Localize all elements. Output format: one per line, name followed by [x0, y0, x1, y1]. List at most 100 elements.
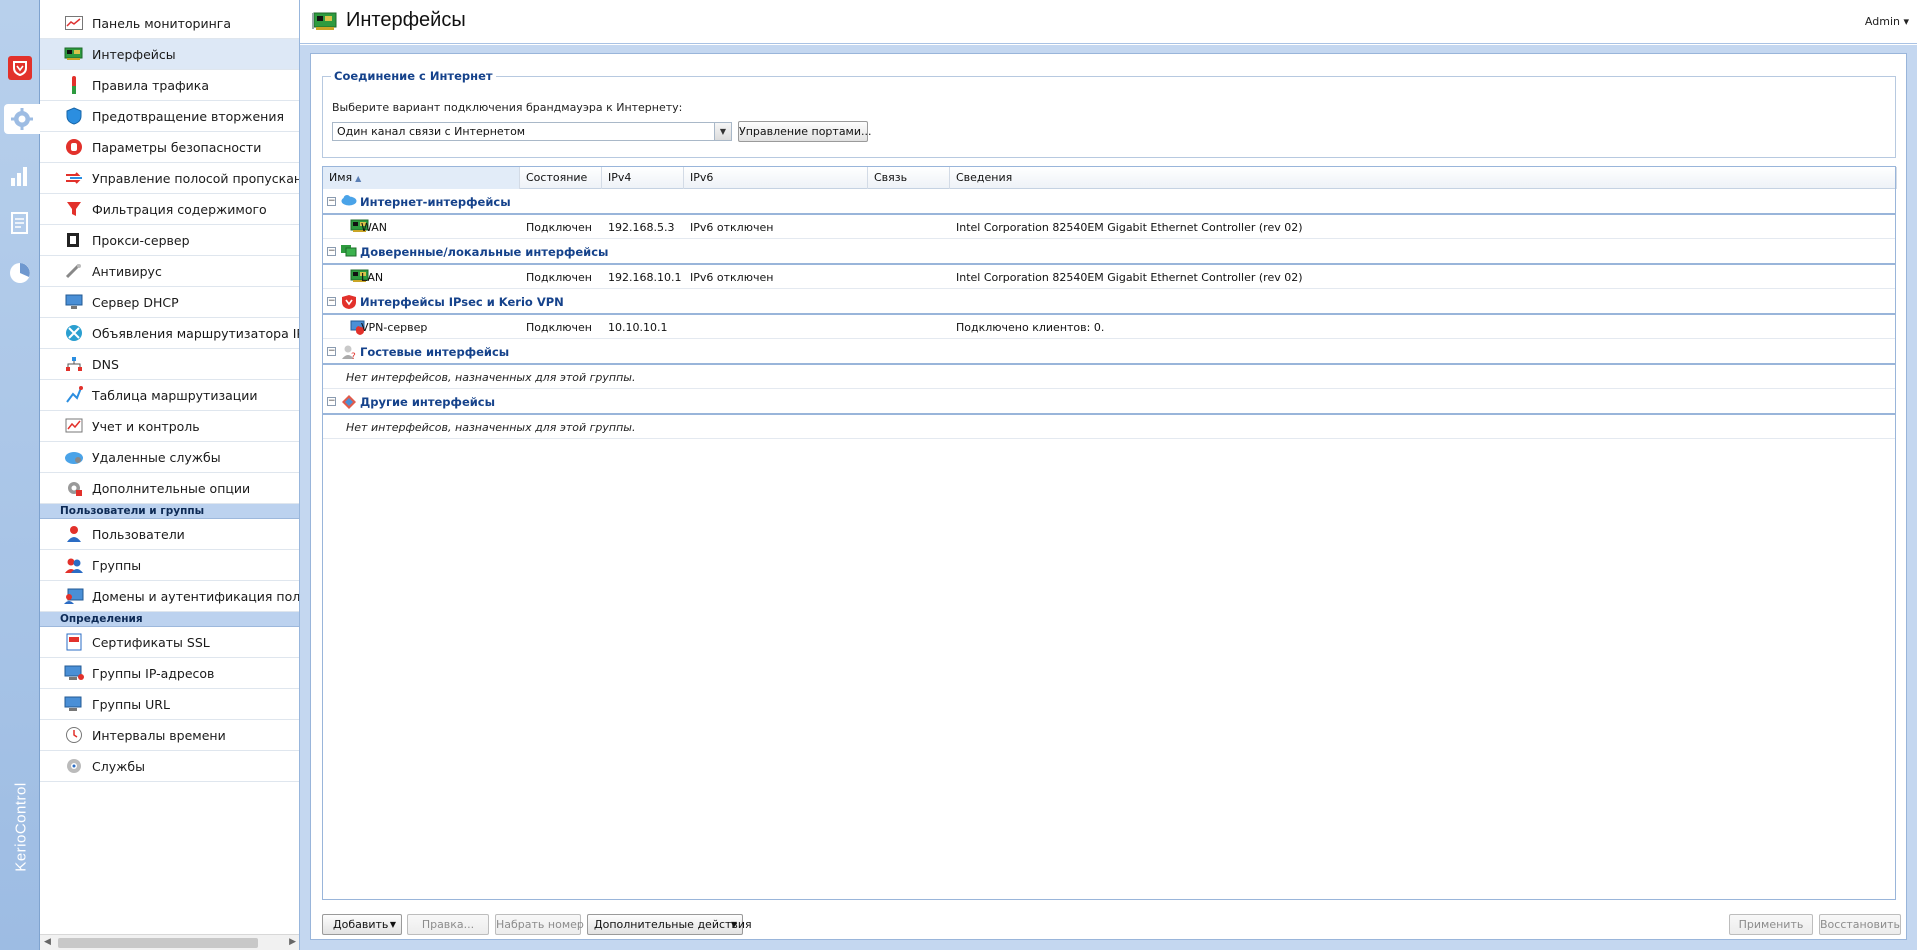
cloud-services-icon — [64, 448, 84, 466]
collapse-toggle-icon[interactable]: − — [327, 347, 336, 356]
nav-item-label: Пользователи — [92, 526, 185, 542]
nav-item[interactable]: Правила трафика — [40, 70, 299, 101]
status-pie-icon[interactable] — [5, 258, 35, 288]
cell-state: Подключен — [526, 321, 592, 334]
vpn-shield-icon — [341, 294, 357, 310]
nav-horizontal-scrollbar[interactable]: ◀ ▶ — [40, 934, 299, 950]
nav-item[interactable]: DNS — [40, 349, 299, 380]
collapse-toggle-icon[interactable]: − — [327, 247, 336, 256]
table-row[interactable]: WAN Подключен 192.168.5.3 IPv6 отключен Inte… — [323, 215, 1895, 239]
kerio-control-logo: KerioControl — [12, 782, 30, 872]
nav-item-label: Дополнительные опции — [92, 480, 251, 496]
collapse-toggle-icon[interactable]: − — [327, 197, 336, 206]
column-header[interactable]: IPv6 — [684, 167, 868, 189]
nav-item[interactable]: Управление полосой пропускания и — [40, 163, 299, 194]
cell-ipv4: 10.10.10.1 — [608, 321, 668, 334]
table-row[interactable]: VPN-сервер Подключен 10.10.10.1 Подключено … — [323, 315, 1895, 339]
table-row[interactable]: LAN Подключен 192.168.10.1 IPv6 отключен Int… — [323, 265, 1895, 289]
cell-info: Подключено клиентов: 0. — [956, 321, 1105, 334]
configuration-gear-icon[interactable] — [4, 104, 40, 134]
column-header-label: Сведения — [956, 171, 1013, 184]
scroll-right-icon[interactable]: ▶ — [289, 937, 296, 947]
nav-section-definitions: Определения — [40, 612, 299, 627]
statistics-chart-icon[interactable] — [5, 160, 35, 190]
nav-item[interactable]: Сертификаты SSL — [40, 627, 299, 658]
column-header-label: Связь — [874, 171, 908, 184]
bandwidth-icon — [64, 169, 84, 187]
services-icon — [64, 757, 84, 775]
empty-group-row: Нет интерфейсов, назначенных для этой гр… — [323, 415, 1895, 439]
column-header[interactable]: Связь — [868, 167, 950, 189]
edit-button[interactable]: Правка... — [407, 914, 489, 935]
nav-item-label: Объявления маршрутизатора IPv6 — [92, 325, 299, 341]
nav-item-label: Сертификаты SSL — [92, 634, 210, 650]
connection-mode-select[interactable]: Один канал связи с Интернетом ▼ — [332, 122, 732, 141]
nav-item[interactable]: Панель мониторинга — [40, 8, 299, 39]
nav-item-label: Группы URL — [92, 696, 170, 712]
nav-item[interactable]: Таблица маршрутизации — [40, 380, 299, 411]
nav-item[interactable]: Сервер DHCP — [40, 287, 299, 318]
nav-item-label: Учет и контроль — [92, 418, 200, 434]
nav-item[interactable]: Пользователи — [40, 519, 299, 550]
nav-item[interactable]: Учет и контроль — [40, 411, 299, 442]
nav-item[interactable]: Параметры безопасности — [40, 132, 299, 163]
nav-item[interactable]: Дополнительные опции — [40, 473, 299, 504]
group-label: Доверенные/локальные интерфейсы — [360, 245, 609, 259]
nav-item[interactable]: Объявления маршрутизатора IPv6 — [40, 318, 299, 349]
router-advert-icon — [64, 324, 84, 342]
nav-item[interactable]: Домены и аутентификация пользоват — [40, 581, 299, 612]
column-header[interactable]: IPv4 — [602, 167, 684, 189]
dial-button[interactable]: Набрать номер — [495, 914, 584, 935]
group-row[interactable]: − Интернет-интерфейсы — [323, 189, 1895, 215]
group-label: Другие интерфейсы — [360, 395, 496, 409]
scroll-thumb[interactable] — [58, 938, 258, 948]
group-row[interactable]: − Доверенные/локальные интерфейсы — [323, 239, 1895, 265]
nav-item[interactable]: Удаленные службы — [40, 442, 299, 473]
chevron-down-icon[interactable]: ▼ — [714, 123, 731, 140]
nav-item[interactable]: Группы URL — [40, 689, 299, 720]
column-header-label: Имя — [329, 171, 353, 184]
scroll-left-icon[interactable]: ◀ — [44, 937, 51, 947]
nav-item[interactable]: Службы — [40, 751, 299, 782]
chevron-down-icon: ▼ — [389, 920, 396, 929]
content-area: Соединение с Интернет Выберите вариант п… — [300, 45, 1917, 950]
cell-info: Intel Corporation 82540EM Gigabit Ethern… — [956, 221, 1303, 234]
collapse-toggle-icon[interactable]: − — [327, 397, 336, 406]
more-actions-button[interactable]: Дополнительные действия ▼ — [587, 914, 752, 935]
cloud-icon — [341, 194, 357, 210]
nav-item[interactable]: Предотвращение вторжения — [40, 101, 299, 132]
manage-ports-button[interactable]: Управление портами... — [738, 121, 872, 142]
nav-item-label: Параметры безопасности — [92, 139, 262, 155]
nav-item-label: Таблица маршрутизации — [92, 387, 258, 403]
add-button[interactable]: Добавить ▼ — [322, 914, 402, 935]
collapse-toggle-icon[interactable]: − — [327, 297, 336, 306]
nav-item[interactable]: Антивирус — [40, 256, 299, 287]
internet-connection-fieldset: Соединение с Интернет Выберите вариант п… — [322, 69, 1896, 158]
nav-item[interactable]: Группы IP-адресов — [40, 658, 299, 689]
apply-button[interactable]: Применить — [1729, 914, 1813, 935]
user-menu[interactable]: Admin ▾ — [1865, 15, 1909, 28]
nav-item[interactable]: Фильтрация содержимого — [40, 194, 299, 225]
group-label: Интернет-интерфейсы — [360, 195, 511, 209]
column-header[interactable]: Сведения — [950, 167, 1897, 189]
cell-ipv4: 192.168.5.3 — [608, 221, 675, 234]
nav-item[interactable]: Группы — [40, 550, 299, 581]
dhcp-icon — [64, 293, 84, 311]
nav-item[interactable]: Интервалы времени — [40, 720, 299, 751]
group-row[interactable]: − Другие интерфейсы — [323, 389, 1895, 415]
group-row[interactable]: −? Гостевые интерфейсы — [323, 339, 1895, 365]
grid-header: Имя ▲ Состояние IPv4 IPv6 Связь Сведения — [323, 167, 1897, 189]
logs-icon[interactable] — [5, 208, 35, 238]
nav-item[interactable]: Прокси-сервер — [40, 225, 299, 256]
cell-state: Подключен — [526, 271, 592, 284]
empty-group-message: Нет интерфейсов, назначенных для этой гр… — [346, 421, 636, 434]
column-header[interactable]: Имя ▲ — [323, 167, 520, 189]
nav-section-users: Пользователи и группы — [40, 504, 299, 519]
connection-mode-value: Один канал связи с Интернетом — [337, 125, 526, 138]
column-header[interactable]: Состояние — [520, 167, 602, 189]
security-shield-icon[interactable] — [5, 53, 35, 83]
nav-item[interactable]: Интерфейсы — [40, 39, 299, 70]
group-row[interactable]: − Интерфейсы IPsec и Kerio VPN — [323, 289, 1895, 315]
cell-ipv6: IPv6 отключен — [690, 271, 774, 284]
reset-button[interactable]: Восстановить — [1819, 914, 1901, 935]
